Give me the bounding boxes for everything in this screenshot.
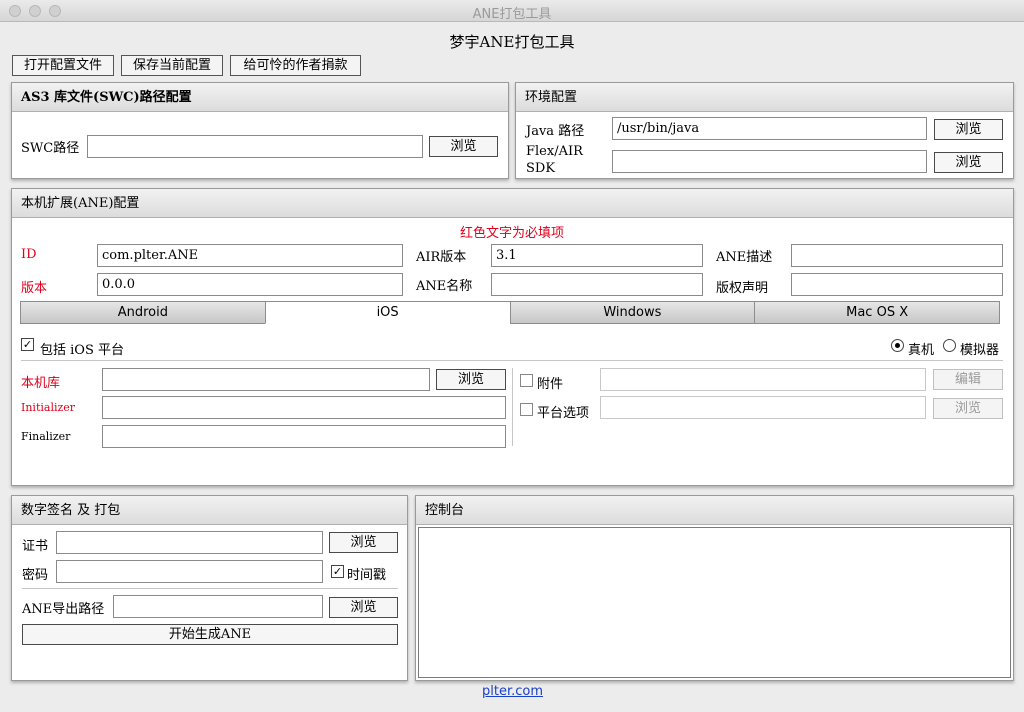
password-input[interactable] — [56, 560, 323, 583]
platform-options-input[interactable] — [600, 396, 926, 419]
sign-panel-title: 数字签名 及 打包 — [12, 496, 407, 525]
sdk-label-line2: SDK — [526, 161, 556, 176]
tab-android[interactable]: Android — [20, 301, 266, 324]
include-platform-checkbox[interactable]: ✓ — [21, 338, 34, 351]
simulator-radio[interactable] — [943, 339, 956, 352]
donate-button[interactable]: 给可怜的作者捐款 — [230, 55, 361, 76]
sdk-label-line1: Flex/AIR — [526, 144, 583, 159]
cert-browse-button[interactable]: 浏览 — [329, 532, 398, 553]
platform-options-checkbox[interactable] — [520, 403, 533, 416]
sdk-path-input[interactable] — [612, 150, 927, 173]
device-radio[interactable] — [891, 339, 904, 352]
console-panel: 控制台 — [415, 495, 1014, 681]
initializer-input[interactable] — [102, 396, 506, 419]
export-path-input[interactable] — [113, 595, 323, 618]
save-config-button[interactable]: 保存当前配置 — [121, 55, 223, 76]
open-config-button[interactable]: 打开配置文件 — [12, 55, 114, 76]
section-divider — [21, 360, 1003, 361]
required-note: 红色文字为必填项 — [459, 226, 564, 241]
swc-browse-button[interactable]: 浏览 — [429, 136, 498, 157]
version-label: 版本 — [21, 281, 48, 296]
ane-name-label: ANE名称 — [416, 279, 473, 294]
column-divider — [512, 368, 513, 446]
swc-path-input[interactable] — [87, 135, 423, 158]
air-version-input[interactable]: 3.1 — [491, 244, 703, 267]
attachment-edit-button[interactable]: 编辑 — [933, 369, 1003, 390]
cert-label: 证书 — [22, 539, 49, 554]
console-panel-title: 控制台 — [416, 496, 1013, 525]
tab-mac-os-x[interactable]: Mac OS X — [754, 301, 1000, 324]
swc-path-label: SWC路径 — [21, 141, 80, 156]
device-label: 真机 — [908, 343, 935, 358]
ane-desc-label: ANE描述 — [716, 250, 773, 265]
swc-panel-title: AS3 库文件(SWC)路径配置 — [12, 83, 508, 112]
cert-input[interactable] — [56, 531, 323, 554]
id-label: ID — [21, 247, 37, 262]
sign-divider — [22, 588, 398, 589]
attachment-label: 附件 — [537, 377, 564, 392]
id-input[interactable]: com.plter.ANE — [97, 244, 403, 267]
air-version-label: AIR版本 — [416, 250, 467, 265]
java-browse-button[interactable]: 浏览 — [934, 119, 1003, 140]
attachment-checkbox[interactable] — [520, 374, 533, 387]
copyright-label: 版权声明 — [716, 281, 769, 296]
timestamp-checkbox[interactable]: ✓ — [331, 565, 344, 578]
sign-panel: 数字签名 及 打包 证书 浏览 密码 ✓ 时间戳 ANE导出路径 浏览 开始生成… — [11, 495, 408, 681]
env-panel-title: 环境配置 — [516, 83, 1013, 112]
platform-options-browse-button[interactable]: 浏览 — [933, 398, 1003, 419]
java-path-input[interactable]: /usr/bin/java — [612, 117, 927, 140]
export-path-label: ANE导出路径 — [22, 602, 105, 617]
ane-name-input[interactable] — [491, 273, 703, 296]
finalizer-input[interactable] — [102, 425, 506, 448]
timestamp-label: 时间戳 — [347, 568, 387, 583]
console-output[interactable] — [418, 527, 1011, 678]
initializer-label: Initializer — [21, 401, 76, 414]
native-lib-label: 本机库 — [21, 376, 61, 391]
native-lib-browse-button[interactable]: 浏览 — [436, 369, 506, 390]
platform-tabs: Android iOS Windows Mac OS X — [20, 301, 1000, 324]
version-input[interactable]: 0.0.0 — [97, 273, 403, 296]
ane-panel-title: 本机扩展(ANE)配置 — [12, 189, 1013, 218]
password-label: 密码 — [22, 568, 49, 583]
java-path-label: Java 路径 — [526, 124, 585, 139]
title-bar: ANE打包工具 — [0, 0, 1024, 22]
sdk-browse-button[interactable]: 浏览 — [934, 152, 1003, 173]
attachment-input[interactable] — [600, 368, 926, 391]
copyright-input[interactable] — [791, 273, 1003, 296]
export-browse-button[interactable]: 浏览 — [329, 597, 398, 618]
ane-desc-input[interactable] — [791, 244, 1003, 267]
tab-ios[interactable]: iOS — [264, 301, 511, 324]
tab-windows[interactable]: Windows — [509, 301, 756, 324]
native-lib-input[interactable] — [102, 368, 430, 391]
footer-link[interactable]: plter.com — [482, 684, 543, 699]
platform-options-label: 平台选项 — [537, 406, 590, 421]
generate-ane-button[interactable]: 开始生成ANE — [22, 624, 398, 645]
finalizer-label: Finalizer — [21, 430, 71, 443]
swc-panel: AS3 库文件(SWC)路径配置 SWC路径 浏览 — [11, 82, 509, 179]
app-title: 梦宇ANE打包工具 — [449, 33, 575, 51]
simulator-label: 模拟器 — [960, 343, 1000, 358]
env-panel: 环境配置 Java 路径 /usr/bin/java 浏览 Flex/AIR S… — [515, 82, 1014, 179]
window-title: ANE打包工具 — [472, 7, 552, 22]
include-platform-label: 包括 iOS 平台 — [40, 343, 124, 358]
